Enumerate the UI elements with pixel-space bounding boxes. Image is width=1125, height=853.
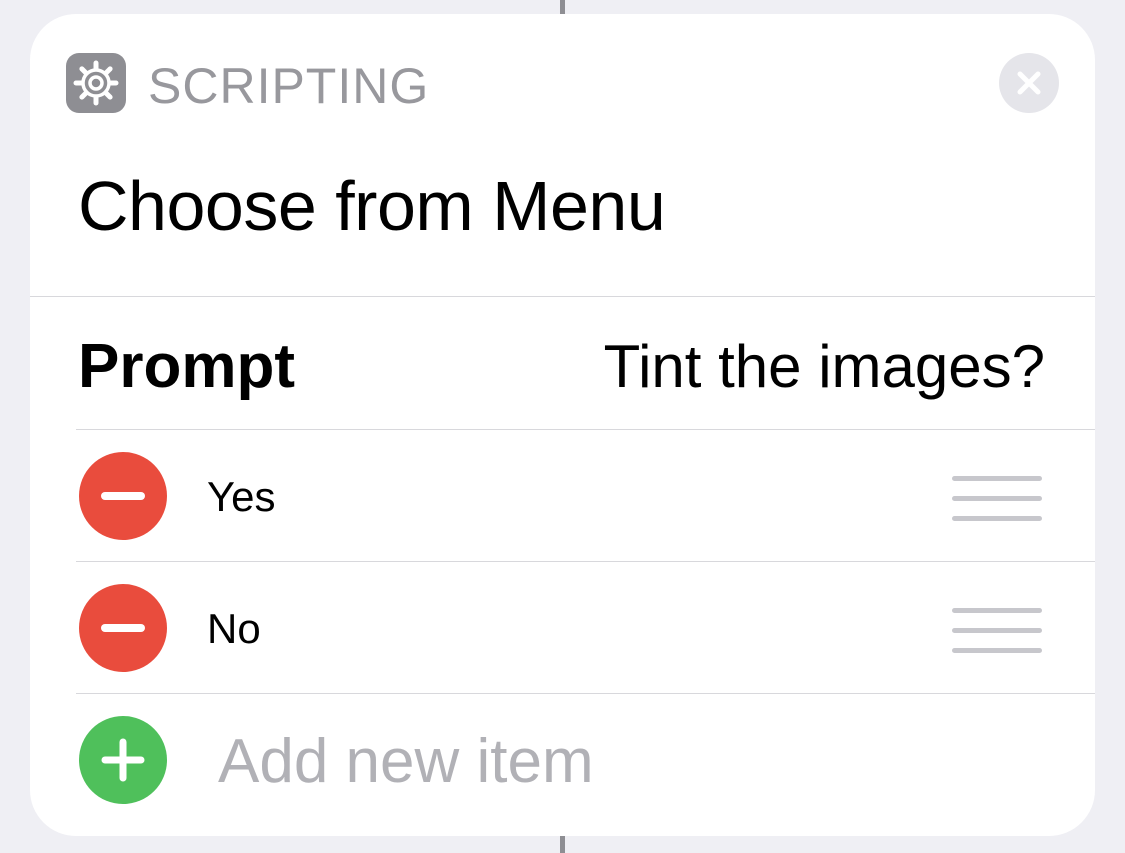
header-divider [30,296,1095,297]
action-title: Choose from Menu [78,167,666,245]
drag-handle-icon[interactable] [952,476,1042,522]
add-new-item-field[interactable]: Add new item [218,727,594,797]
action-card: SCRIPTING Choose from Menu Prompt Tint t… [30,14,1095,836]
close-icon [1017,71,1041,95]
remove-item-button[interactable] [79,584,167,672]
close-button[interactable] [999,53,1059,113]
prompt-label: Prompt [78,332,295,401]
minus-icon [101,624,145,632]
minus-icon [101,492,145,500]
drag-handle-icon[interactable] [952,608,1042,654]
menu-item-label[interactable]: Yes [207,472,276,522]
prompt-field[interactable]: Tint the images? [604,332,1045,402]
category-label: SCRIPTING [148,58,430,114]
remove-item-button[interactable] [79,452,167,540]
menu-item-label[interactable]: No [207,604,261,654]
workflow-connector-top [560,0,565,14]
menu-item-no: No [30,562,1095,692]
menu-item-yes: Yes [30,430,1095,560]
workflow-connector-bottom [560,836,565,853]
row-divider [76,693,1095,694]
add-item-button[interactable] [79,716,167,804]
plus-icon [101,738,145,782]
gear-icon [66,53,126,113]
